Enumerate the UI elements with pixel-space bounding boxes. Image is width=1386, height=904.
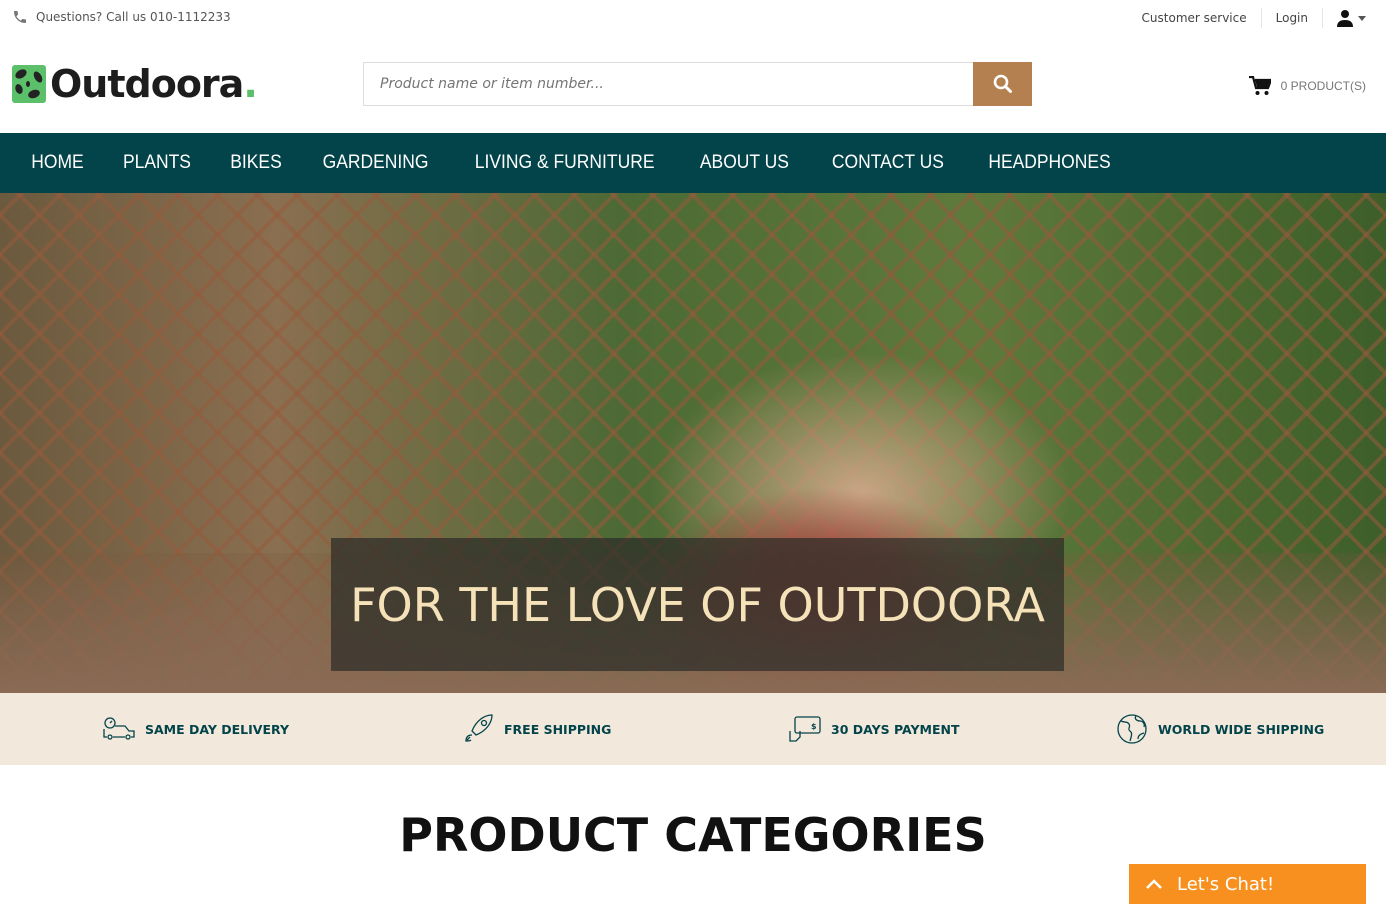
- nav-gardening[interactable]: GARDENING: [307, 152, 444, 174]
- divider: [1322, 8, 1323, 28]
- search-form: [363, 62, 1032, 106]
- feature-30-days-payment: $ 30 DAYS PAYMENT: [789, 715, 960, 743]
- phone-text: Questions? Call us 010-1112233: [36, 10, 231, 24]
- logo[interactable]: Outdoora.: [12, 62, 258, 106]
- nav-headphones[interactable]: HEADPHONES: [973, 152, 1127, 174]
- phone-info: Questions? Call us 010-1112233: [12, 9, 231, 25]
- search-icon: [993, 74, 1012, 93]
- chevron-up-icon: [1146, 879, 1162, 889]
- nav-plants[interactable]: PLANTS: [107, 152, 206, 174]
- feature-label: FREE SHIPPING: [504, 721, 612, 737]
- feature-label: WORLD WIDE SHIPPING: [1158, 721, 1325, 737]
- feature-world-wide-shipping: WORLD WIDE SHIPPING: [1116, 713, 1324, 745]
- search-button[interactable]: [973, 62, 1032, 106]
- hero-caption: FOR THE LOVE OF OUTDOORA: [331, 538, 1064, 671]
- top-bar: Questions? Call us 010-1112233 Customer …: [0, 0, 1386, 34]
- features-bar: SAME DAY DELIVERY FREE SHIPPING $ 30 DAY…: [0, 693, 1386, 765]
- section-title: PRODUCT CATEGORIES: [399, 808, 987, 862]
- login-link[interactable]: Login: [1276, 11, 1308, 25]
- feature-label: 30 DAYS PAYMENT: [831, 721, 960, 737]
- feature-label: SAME DAY DELIVERY: [145, 721, 290, 737]
- divider: [1260, 8, 1262, 28]
- nav-bikes[interactable]: BIKES: [215, 152, 298, 174]
- hero-banner-image: FOR THE LOVE OF OUTDOORA: [0, 193, 1386, 693]
- globe-icon: [1117, 714, 1147, 744]
- header: Outdoora. 0 PRODUCT(S): [0, 34, 1386, 133]
- caret-down-icon: [1358, 15, 1366, 21]
- chat-widget-button[interactable]: Let's Chat!: [1129, 864, 1366, 904]
- cart-icon: [1248, 76, 1271, 95]
- rocket-icon: [465, 714, 493, 742]
- payment-icon: $: [789, 716, 821, 742]
- nav-contact-us[interactable]: CONTACT US: [816, 152, 959, 174]
- delivery-truck-icon: [103, 717, 135, 740]
- feature-free-shipping: FREE SHIPPING: [462, 713, 611, 745]
- nav-about-us[interactable]: ABOUT US: [685, 152, 805, 174]
- nav-home[interactable]: HOME: [16, 152, 100, 174]
- feature-same-day-delivery: SAME DAY DELIVERY: [103, 717, 289, 741]
- nav-living-furniture[interactable]: LIVING & FURNITURE: [459, 152, 670, 174]
- search-input[interactable]: [363, 62, 973, 106]
- user-icon: [1337, 10, 1353, 27]
- main-nav: HOME PLANTS BIKES GARDENING LIVING & FUR…: [0, 133, 1386, 193]
- account-menu[interactable]: [1337, 9, 1366, 27]
- hero-title: FOR THE LOVE OF OUTDOORA: [350, 577, 1045, 632]
- customer-service-link[interactable]: Customer service: [1142, 11, 1247, 25]
- logo-leaf-icon: [12, 65, 46, 103]
- logo-text: Outdoora: [50, 62, 244, 106]
- phone-icon: [14, 11, 26, 23]
- cart[interactable]: 0 PRODUCT(S): [1248, 76, 1366, 96]
- svg-text:$: $: [811, 722, 817, 731]
- logo-dot: .: [243, 62, 257, 106]
- cart-count: 0 PRODUCT(S): [1280, 79, 1366, 93]
- chat-label: Let's Chat!: [1177, 873, 1275, 895]
